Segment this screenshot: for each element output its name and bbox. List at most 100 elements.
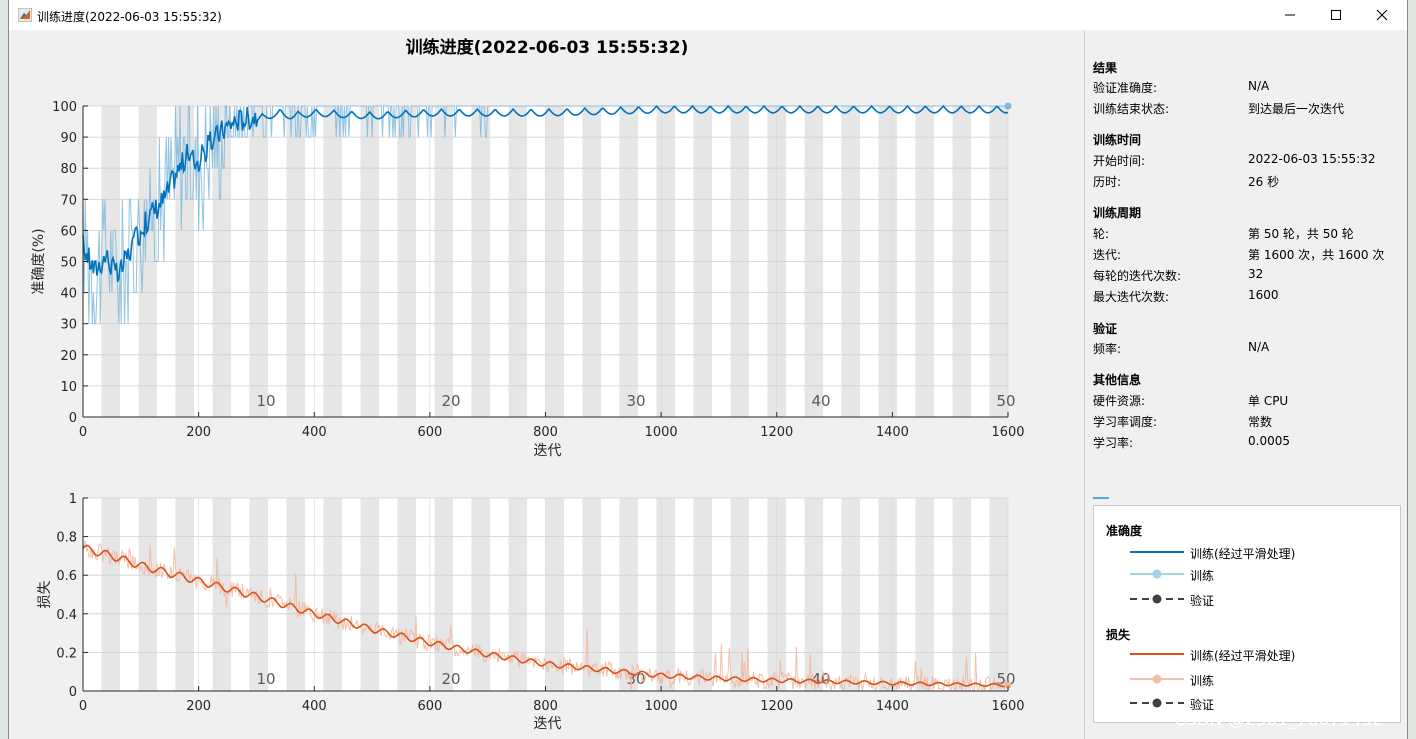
loss-epoch-band — [397, 498, 416, 691]
legend-accuracy-smoothed-swatch — [1130, 551, 1184, 553]
start-time-row: 开始时间: 2022-06-03 15:55:32 — [1093, 152, 1403, 170]
loss-epoch-band — [619, 498, 638, 691]
validation-accuracy-row: 验证准确度: N/A — [1093, 79, 1403, 97]
legend-loss-train-label: 训练 — [1190, 674, 1215, 688]
legend-accuracy-train: 训练 — [1130, 566, 1390, 584]
loss-epoch-band — [693, 498, 712, 691]
training-status-label: 训练结束状态: — [1093, 102, 1170, 116]
maximize-button[interactable] — [1313, 0, 1359, 30]
iteration-row: 迭代: 第 1600 次，共 1600 次 — [1093, 246, 1403, 264]
panel-splitter-handle[interactable] — [1093, 497, 1109, 499]
legend-accuracy-smoothed: 训练(经过平滑处理) — [1130, 544, 1390, 562]
accuracy-final-point — [1004, 102, 1012, 110]
background-right — [1408, 0, 1416, 739]
info-panel: 结果 验证准确度: N/A 训练结束状态: 到达最后一次迭代 训练时间 开始时间: 2… — [1084, 31, 1407, 739]
loss-epoch-band — [804, 498, 823, 691]
accuracy-y-tick-label: 40 — [60, 287, 77, 302]
learning-rate-value: 0.0005 — [1248, 434, 1290, 448]
accuracy-y-tick-label: 30 — [60, 318, 77, 333]
legend-accuracy-validation-label: 验证 — [1190, 594, 1215, 608]
accuracy-y-tick-label: 70 — [60, 193, 77, 208]
legend-accuracy-train-label: 训练 — [1190, 569, 1215, 583]
accuracy-y-tick-label: 100 — [52, 100, 77, 115]
loss-epoch-band — [286, 498, 305, 691]
close-button[interactable] — [1359, 0, 1405, 30]
minimize-button[interactable] — [1267, 0, 1313, 30]
loss-epoch-band — [360, 498, 379, 691]
accuracy-x-tick-label: 800 — [533, 425, 558, 440]
elapsed-row: 历时: 26 秒 — [1093, 173, 1403, 191]
legend-loss-heading: 损失 — [1106, 628, 1131, 642]
accuracy-y-axis-label: 准确度(%) — [31, 228, 47, 294]
loss-epoch-label: 20 — [441, 670, 460, 688]
learning-rate-row: 学习率: 0.0005 — [1093, 434, 1403, 452]
maximize-icon — [1331, 10, 1341, 20]
accuracy-epoch-label: 20 — [441, 392, 460, 410]
legend-accuracy-heading: 准确度 — [1106, 524, 1143, 538]
start-time-value: 2022-06-03 15:55:32 — [1248, 152, 1376, 166]
accuracy-x-tick-label: 1000 — [645, 425, 678, 440]
loss-y-tick-label: 1 — [69, 492, 77, 507]
accuracy-x-tick-label: 200 — [186, 425, 211, 440]
elapsed-value: 26 秒 — [1248, 175, 1280, 189]
result-section-title: 结果 — [1093, 61, 1118, 75]
accuracy-epoch-label: 10 — [256, 392, 275, 410]
frequency-label: 频率: — [1093, 342, 1122, 356]
loss-x-tick-label: 600 — [417, 699, 442, 714]
epoch-value: 第 50 轮，共 50 轮 — [1248, 227, 1354, 241]
validation-accuracy-label: 验证准确度: — [1093, 81, 1158, 95]
loss-epoch-band — [434, 498, 453, 691]
training-charts: 10 20 30 40 500 200 400 600 800 1000 1200 1400 16000… — [31, 100, 1025, 732]
loss-y-tick-label: 0.2 — [56, 646, 77, 661]
loss-y-tick-label: 0 — [69, 685, 77, 700]
accuracy-y-tick-label: 10 — [60, 380, 77, 395]
loss-epoch-label: 10 — [256, 670, 275, 688]
legend-accuracy-validation: 验证 — [1130, 591, 1390, 609]
loss-x-tick-label: 1400 — [876, 699, 909, 714]
window-title: 训练进度(2022-06-03 15:55:32) — [37, 10, 222, 24]
elapsed-label: 历时: — [1093, 175, 1122, 189]
loss-epoch-band — [878, 498, 897, 691]
title-bar: 训练进度(2022-06-03 15:55:32) — [9, 0, 1407, 30]
background-left — [0, 0, 8, 739]
loss-epoch-band — [656, 498, 675, 691]
accuracy-y-tick-label: 60 — [60, 224, 77, 239]
frequency-value: N/A — [1248, 340, 1270, 354]
accuracy-y-tick-label: 90 — [60, 131, 77, 146]
epoch-label: 轮: — [1093, 227, 1110, 241]
loss-x-tick-label: 400 — [302, 699, 327, 714]
accuracy-x-tick-label: 1600 — [991, 425, 1024, 440]
iterations-per-epoch-row: 每轮的迭代次数: 32 — [1093, 267, 1403, 285]
hardware-label: 硬件资源: — [1093, 394, 1146, 408]
loss-y-tick-label: 0.8 — [56, 531, 77, 546]
training-status-row: 训练结束状态: 到达最后一次迭代 — [1093, 100, 1403, 118]
max-iterations-row: 最大迭代次数: 1600 — [1093, 288, 1403, 306]
accuracy-epoch-label: 40 — [811, 392, 830, 410]
accuracy-y-tick-label: 0 — [69, 411, 77, 426]
loss-epoch-band — [582, 498, 601, 691]
loss-x-tick-label: 800 — [533, 699, 558, 714]
max-iterations-value: 1600 — [1248, 288, 1279, 302]
max-iterations-label: 最大迭代次数: — [1093, 290, 1170, 304]
legend-loss-smoothed-swatch — [1130, 653, 1184, 655]
loss-x-tick-label: 1200 — [760, 699, 793, 714]
loss-y-tick-label: 0.6 — [56, 569, 77, 584]
matlab-app-icon — [18, 8, 32, 22]
frequency-row: 频率: N/A — [1093, 340, 1403, 358]
close-icon — [1376, 9, 1388, 21]
legend-accuracy-train-swatch — [1130, 569, 1184, 579]
loss-x-tick-label: 1600 — [991, 699, 1024, 714]
training-status-value: 到达最后一次迭代 — [1248, 102, 1345, 116]
loss-epoch-band — [471, 498, 490, 691]
legend-accuracy-validation-swatch — [1130, 594, 1184, 604]
hardware-row: 硬件资源: 单 CPU — [1093, 392, 1403, 410]
epoch-row: 轮: 第 50 轮，共 50 轮 — [1093, 225, 1403, 243]
loss-epoch-band — [212, 498, 231, 691]
validation-section-title: 验证 — [1093, 322, 1118, 336]
legend-loss-train-swatch — [1130, 674, 1184, 684]
loss-epoch-band — [952, 498, 971, 691]
lr-schedule-label: 学习率调度: — [1093, 415, 1158, 429]
iteration-value: 第 1600 次，共 1600 次 — [1248, 248, 1385, 262]
accuracy-epoch-label: 50 — [996, 392, 1015, 410]
lr-schedule-value: 常数 — [1248, 415, 1273, 429]
